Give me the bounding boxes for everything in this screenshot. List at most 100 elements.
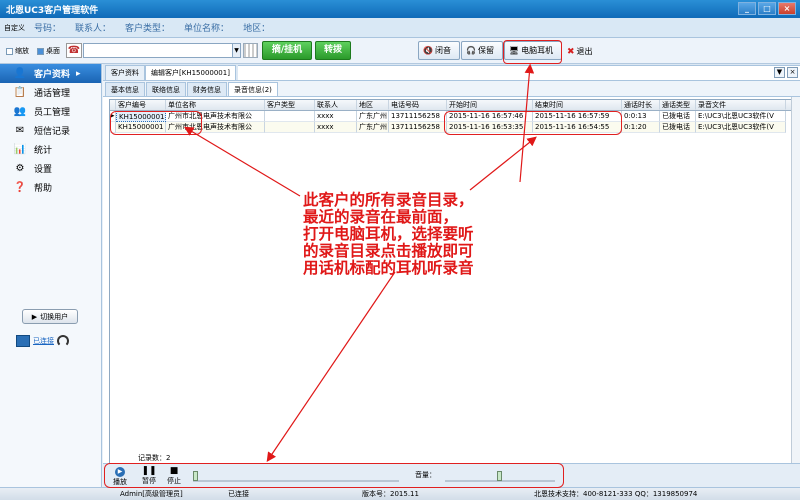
toolbar: 缩放 桌面 ☎ ▼ 摘/挂机 转拨 🔇 闭音 🎧 保留 🖥 电脑耳机 ✖ 退出	[0, 38, 800, 64]
column-header[interactable]: 单位名称	[166, 100, 265, 110]
switch-icon: ▶	[31, 312, 38, 321]
record-count: 记录数：2	[138, 454, 171, 462]
status-bar: Admin[高级管理员] 已连接 版本号：2015.11 北恩技术支持：400-…	[0, 487, 800, 500]
table-cell[interactable]: 广东广州	[357, 111, 389, 122]
table-cell[interactable]: 已拨电话	[660, 122, 696, 133]
table-cell[interactable]: 0:1:20	[622, 122, 660, 133]
status-connection: 已连接	[228, 490, 249, 498]
transfer-button[interactable]: 转拨	[315, 41, 351, 60]
tab-customers[interactable]: 客户资料	[105, 65, 145, 80]
tab-strip-fill	[237, 65, 800, 80]
tab-basic-info[interactable]: 基本信息	[105, 82, 145, 96]
headphone-icon: 🎧	[466, 46, 476, 55]
sidebar-item-label: 员工管理	[34, 108, 71, 118]
column-header[interactable]: 结束时间	[533, 100, 622, 110]
close-button[interactable]: ×	[778, 2, 796, 15]
desktop-label: 桌面	[46, 47, 60, 55]
minimize-button[interactable]: _	[738, 2, 756, 15]
table-cell[interactable]	[265, 122, 315, 133]
mute-button[interactable]: 🔇 闭音	[418, 41, 460, 60]
sidebar-item-sms[interactable]: ✉ 短信记录	[0, 121, 101, 140]
tab-contact-info[interactable]: 联络信息	[146, 82, 186, 96]
annotation-line: 打开电脑耳机，选择要听	[303, 224, 474, 243]
sidebar-item-help[interactable]: ❓ 帮助	[0, 178, 101, 197]
status-user: Admin[高级管理员]	[120, 490, 183, 498]
headset-icon	[57, 335, 69, 347]
computer-icon	[16, 335, 30, 347]
maximize-button[interactable]: □	[758, 2, 776, 15]
info-field-customer-type: 客户类型：	[125, 24, 171, 34]
call-icon: 📋	[13, 87, 27, 98]
recordings-table: 客户编号 单位名称 客户类型 联系人 地区 电话号码 开始时间 结束时间 通话时…	[109, 99, 800, 465]
sidebar-item-staff[interactable]: 👥 员工管理	[0, 102, 101, 121]
highlight-player-bar	[104, 463, 564, 488]
mute-label: 闭音	[434, 46, 451, 55]
sidebar-item-label: 统计	[34, 146, 53, 156]
switch-user-button[interactable]: ▶ 切换用户	[22, 309, 78, 324]
tab-close-icon[interactable]: ×	[787, 67, 798, 78]
column-header[interactable]: 通话类型	[660, 100, 696, 110]
table-cell[interactable]: 13711156258	[389, 111, 447, 122]
highlight-pc-headset	[503, 40, 562, 64]
column-header[interactable]: 联系人	[315, 100, 357, 110]
customer-icon: 👤	[13, 68, 27, 79]
phone-number-input[interactable]	[83, 43, 233, 58]
sidebar-item-calls[interactable]: 📋 通话管理	[0, 83, 101, 102]
connection-label: 已连接	[33, 337, 54, 345]
table-cell[interactable]: xxxx	[315, 111, 357, 122]
annotation-line: 此客户的所有录音目录，	[303, 190, 474, 209]
exit-button[interactable]: ✖ 退出	[567, 46, 593, 57]
mute-icon: 🔇	[423, 46, 433, 55]
annotation-line: 最近的录音在最前面，	[303, 207, 459, 226]
tab-edit-customer[interactable]: 编辑客户[KH15000001]	[145, 65, 236, 80]
window-title: 北恩UC3客户管理软件	[6, 6, 99, 16]
vertical-scrollbar[interactable]	[791, 97, 800, 467]
column-header[interactable]: 电话号码	[389, 100, 447, 110]
sidebar-item-label: 短信记录	[34, 127, 71, 137]
hold-button[interactable]: 🎧 保留	[461, 41, 503, 60]
desktop-toggle[interactable]: 桌面	[37, 46, 60, 56]
window-controls: _ □ ×	[738, 2, 796, 15]
title-bar: 北恩UC3客户管理软件 _ □ ×	[0, 0, 800, 18]
chevron-right-icon: ▸	[76, 68, 81, 79]
table-cell[interactable]: 已拨电话	[660, 111, 696, 122]
help-icon: ❓	[13, 182, 27, 193]
column-header[interactable]: 通话时长	[622, 100, 660, 110]
table-cell[interactable]: xxxx	[315, 122, 357, 133]
sms-icon: ✉	[15, 125, 25, 136]
chevron-down-icon[interactable]: ▼	[232, 43, 241, 58]
column-header[interactable]: 客户编号	[116, 100, 166, 110]
hold-label: 保留	[477, 46, 494, 55]
highlight-customer-id	[110, 111, 202, 135]
tab-finance-info[interactable]: 财务信息	[187, 82, 227, 96]
sidebar-item-settings[interactable]: ⚙ 设置	[0, 159, 101, 178]
sub-tabs: 基本信息 联络信息 财务信息 录音信息(2)	[103, 81, 800, 97]
table-cell[interactable]: 广东广州	[357, 122, 389, 133]
table-cell[interactable]: 0:0:13	[622, 111, 660, 122]
column-header[interactable]: 开始时间	[447, 100, 533, 110]
settings-icon: ⚙	[15, 163, 25, 174]
table-cell[interactable]	[265, 111, 315, 122]
shrink-checkbox[interactable]	[6, 47, 13, 55]
keypad-icon[interactable]	[243, 43, 258, 58]
table-cell[interactable]: 13711156258	[389, 122, 447, 133]
exit-label: 退出	[576, 47, 593, 56]
sidebar-item-customers[interactable]: 👤 客户资料 ▸	[0, 64, 101, 83]
table-cell[interactable]: E:\UC3\北恩UC3软件(V	[696, 111, 786, 122]
staff-icon: 👥	[13, 106, 27, 117]
column-header[interactable]: 录音文件	[696, 100, 786, 110]
tab-menu-icon[interactable]: ▼	[774, 67, 785, 78]
desktop-checkbox[interactable]	[37, 47, 44, 55]
custom-label[interactable]: 自定义	[0, 23, 30, 33]
dial-hangup-button[interactable]: 摘/挂机	[262, 41, 312, 60]
sidebar-item-stats[interactable]: 📊 统计	[0, 140, 101, 159]
tab-recording-info[interactable]: 录音信息(2)	[228, 82, 278, 96]
shrink-toggle[interactable]: 缩放	[6, 46, 29, 56]
table-cell[interactable]: E:\UC3\北恩UC3软件(V	[696, 122, 786, 133]
info-field-company: 单位名称：	[184, 24, 230, 34]
status-version: 版本号：2015.11	[362, 490, 419, 498]
phone-icon[interactable]: ☎	[66, 43, 82, 58]
column-header[interactable]: 客户类型	[265, 100, 315, 110]
column-header[interactable]: 地区	[357, 100, 389, 110]
highlight-time-range	[444, 111, 622, 135]
